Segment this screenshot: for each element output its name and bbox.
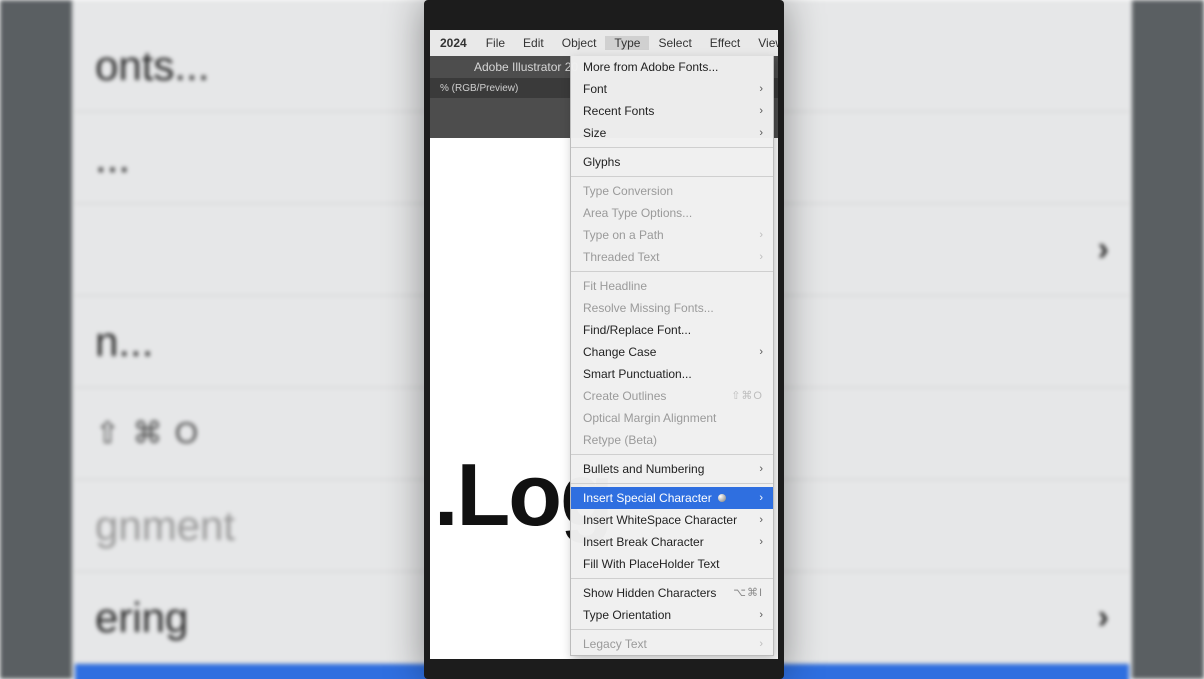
menu-separator — [571, 147, 773, 148]
chevron-right-icon: › — [1098, 230, 1109, 269]
menu-item-legacy-text: Legacy Text › — [571, 633, 773, 655]
chevron-right-icon: › — [759, 103, 763, 119]
chevron-right-icon: › — [759, 344, 763, 360]
menu-item-size[interactable]: Size › — [571, 122, 773, 144]
phone-screen: 2024 FileEditObjectTypeSelectEffectViewW… — [430, 30, 778, 659]
menu-item-area-type-options: Area Type Options... — [571, 202, 773, 224]
menu-item-label: Size — [583, 125, 606, 141]
menu-separator — [571, 176, 773, 177]
menu-item-show-hidden-characters[interactable]: Show Hidden Characters ⌥⌘I — [571, 582, 773, 604]
menu-item-label: Insert Break Character — [583, 534, 704, 550]
menu-item-font[interactable]: Font › — [571, 78, 773, 100]
chevron-right-icon: › — [759, 227, 763, 243]
menu-item-label: Fill With PlaceHolder Text — [583, 556, 720, 572]
menu-item-label: Fit Headline — [583, 278, 647, 294]
menu-item-resolve-missing-fonts: Resolve Missing Fonts... — [571, 297, 773, 319]
menu-item-label: Recent Fonts — [583, 103, 654, 119]
document-tab-text: % (RGB/Preview) — [440, 83, 518, 94]
menu-select[interactable]: Select — [649, 36, 700, 50]
menu-file[interactable]: File — [477, 36, 514, 50]
chevron-right-icon: › — [759, 461, 763, 477]
chevron-right-icon: › — [759, 636, 763, 652]
menu-item-insert-whitespace-character[interactable]: Insert WhiteSpace Character › — [571, 509, 773, 531]
chevron-right-icon: › — [759, 534, 763, 550]
menu-separator — [571, 578, 773, 579]
shortcut-label: ⌥⌘I — [733, 585, 763, 601]
menu-item-retype-beta: Retype (Beta) — [571, 429, 773, 451]
chevron-right-icon: › — [759, 607, 763, 623]
menu-item-label: Threaded Text — [583, 249, 660, 265]
menu-item-label: More from Adobe Fonts... — [583, 59, 718, 75]
shortcut-label: ⇧⌘O — [731, 388, 763, 404]
chevron-right-icon: › — [1098, 598, 1109, 637]
menu-item-find-replace-font[interactable]: Find/Replace Font... — [571, 319, 773, 341]
menu-item-label: Insert WhiteSpace Character — [583, 512, 737, 528]
menu-item-type-on-a-path: Type on a Path › — [571, 224, 773, 246]
menu-item-fit-headline: Fit Headline — [571, 275, 773, 297]
menu-item-label: Create Outlines — [583, 388, 666, 404]
menu-separator — [571, 483, 773, 484]
menu-item-label: Type Conversion — [583, 183, 673, 199]
app-year: 2024 — [430, 36, 477, 50]
chevron-right-icon: › — [759, 490, 763, 506]
menu-item-change-case[interactable]: Change Case › — [571, 341, 773, 363]
menu-item-label: Smart Punctuation... — [583, 366, 692, 382]
menu-item-label: Bullets and Numbering — [583, 461, 704, 477]
menu-item-label: Legacy Text — [583, 636, 647, 652]
menu-item-label: Resolve Missing Fonts... — [583, 300, 714, 316]
menu-separator — [571, 629, 773, 630]
menu-item-glyphs[interactable]: Glyphs — [571, 151, 773, 173]
menu-view[interactable]: View — [749, 36, 778, 50]
menu-item-type-conversion: Type Conversion — [571, 180, 773, 202]
menu-item-insert-special-character[interactable]: Insert Special Character › — [571, 487, 773, 509]
menu-item-label: Glyphs — [583, 154, 620, 170]
phone-frame: 2024 FileEditObjectTypeSelectEffectViewW… — [424, 0, 784, 679]
menu-item-create-outlines: Create Outlines ⇧⌘O — [571, 385, 773, 407]
menu-item-label: Find/Replace Font... — [583, 322, 691, 338]
chevron-right-icon: › — [759, 512, 763, 528]
menu-item-label: Optical Margin Alignment — [583, 410, 716, 426]
menu-edit[interactable]: Edit — [514, 36, 553, 50]
menu-item-label: Type Orientation — [583, 607, 671, 623]
menu-type[interactable]: Type — [605, 36, 649, 50]
menubar: 2024 FileEditObjectTypeSelectEffectViewW… — [430, 30, 778, 56]
chevron-right-icon: › — [759, 81, 763, 97]
window-title: Adobe Illustrator 20 — [474, 60, 578, 74]
cursor-dot-icon — [718, 494, 726, 502]
chevron-right-icon: › — [759, 249, 763, 265]
menu-item-type-orientation[interactable]: Type Orientation › — [571, 604, 773, 626]
menu-item-label: Retype (Beta) — [583, 432, 657, 448]
menu-item-more-from-adobe-fonts[interactable]: More from Adobe Fonts... — [571, 56, 773, 78]
menu-item-smart-punctuation[interactable]: Smart Punctuation... — [571, 363, 773, 385]
menu-object[interactable]: Object — [553, 36, 606, 50]
menu-item-insert-break-character[interactable]: Insert Break Character › — [571, 531, 773, 553]
menu-item-bullets-and-numbering[interactable]: Bullets and Numbering › — [571, 458, 773, 480]
menu-item-optical-margin-alignment: Optical Margin Alignment — [571, 407, 773, 429]
menu-effect[interactable]: Effect — [701, 36, 749, 50]
type-menu-dropdown: More from Adobe Fonts...Font›Recent Font… — [570, 56, 774, 656]
menu-separator — [571, 454, 773, 455]
menu-item-label: Font — [583, 81, 607, 97]
menu-item-label: Change Case — [583, 344, 656, 360]
menu-separator — [571, 271, 773, 272]
menu-item-label: Insert Special Character — [583, 490, 726, 506]
menu-item-threaded-text: Threaded Text › — [571, 246, 773, 268]
menu-item-recent-fonts[interactable]: Recent Fonts › — [571, 100, 773, 122]
menu-item-label: Show Hidden Characters — [583, 585, 716, 601]
menu-item-label: Type on a Path — [583, 227, 664, 243]
menu-item-fill-with-placeholder-text[interactable]: Fill With PlaceHolder Text — [571, 553, 773, 575]
chevron-right-icon: › — [759, 125, 763, 141]
menu-item-label: Area Type Options... — [583, 205, 692, 221]
